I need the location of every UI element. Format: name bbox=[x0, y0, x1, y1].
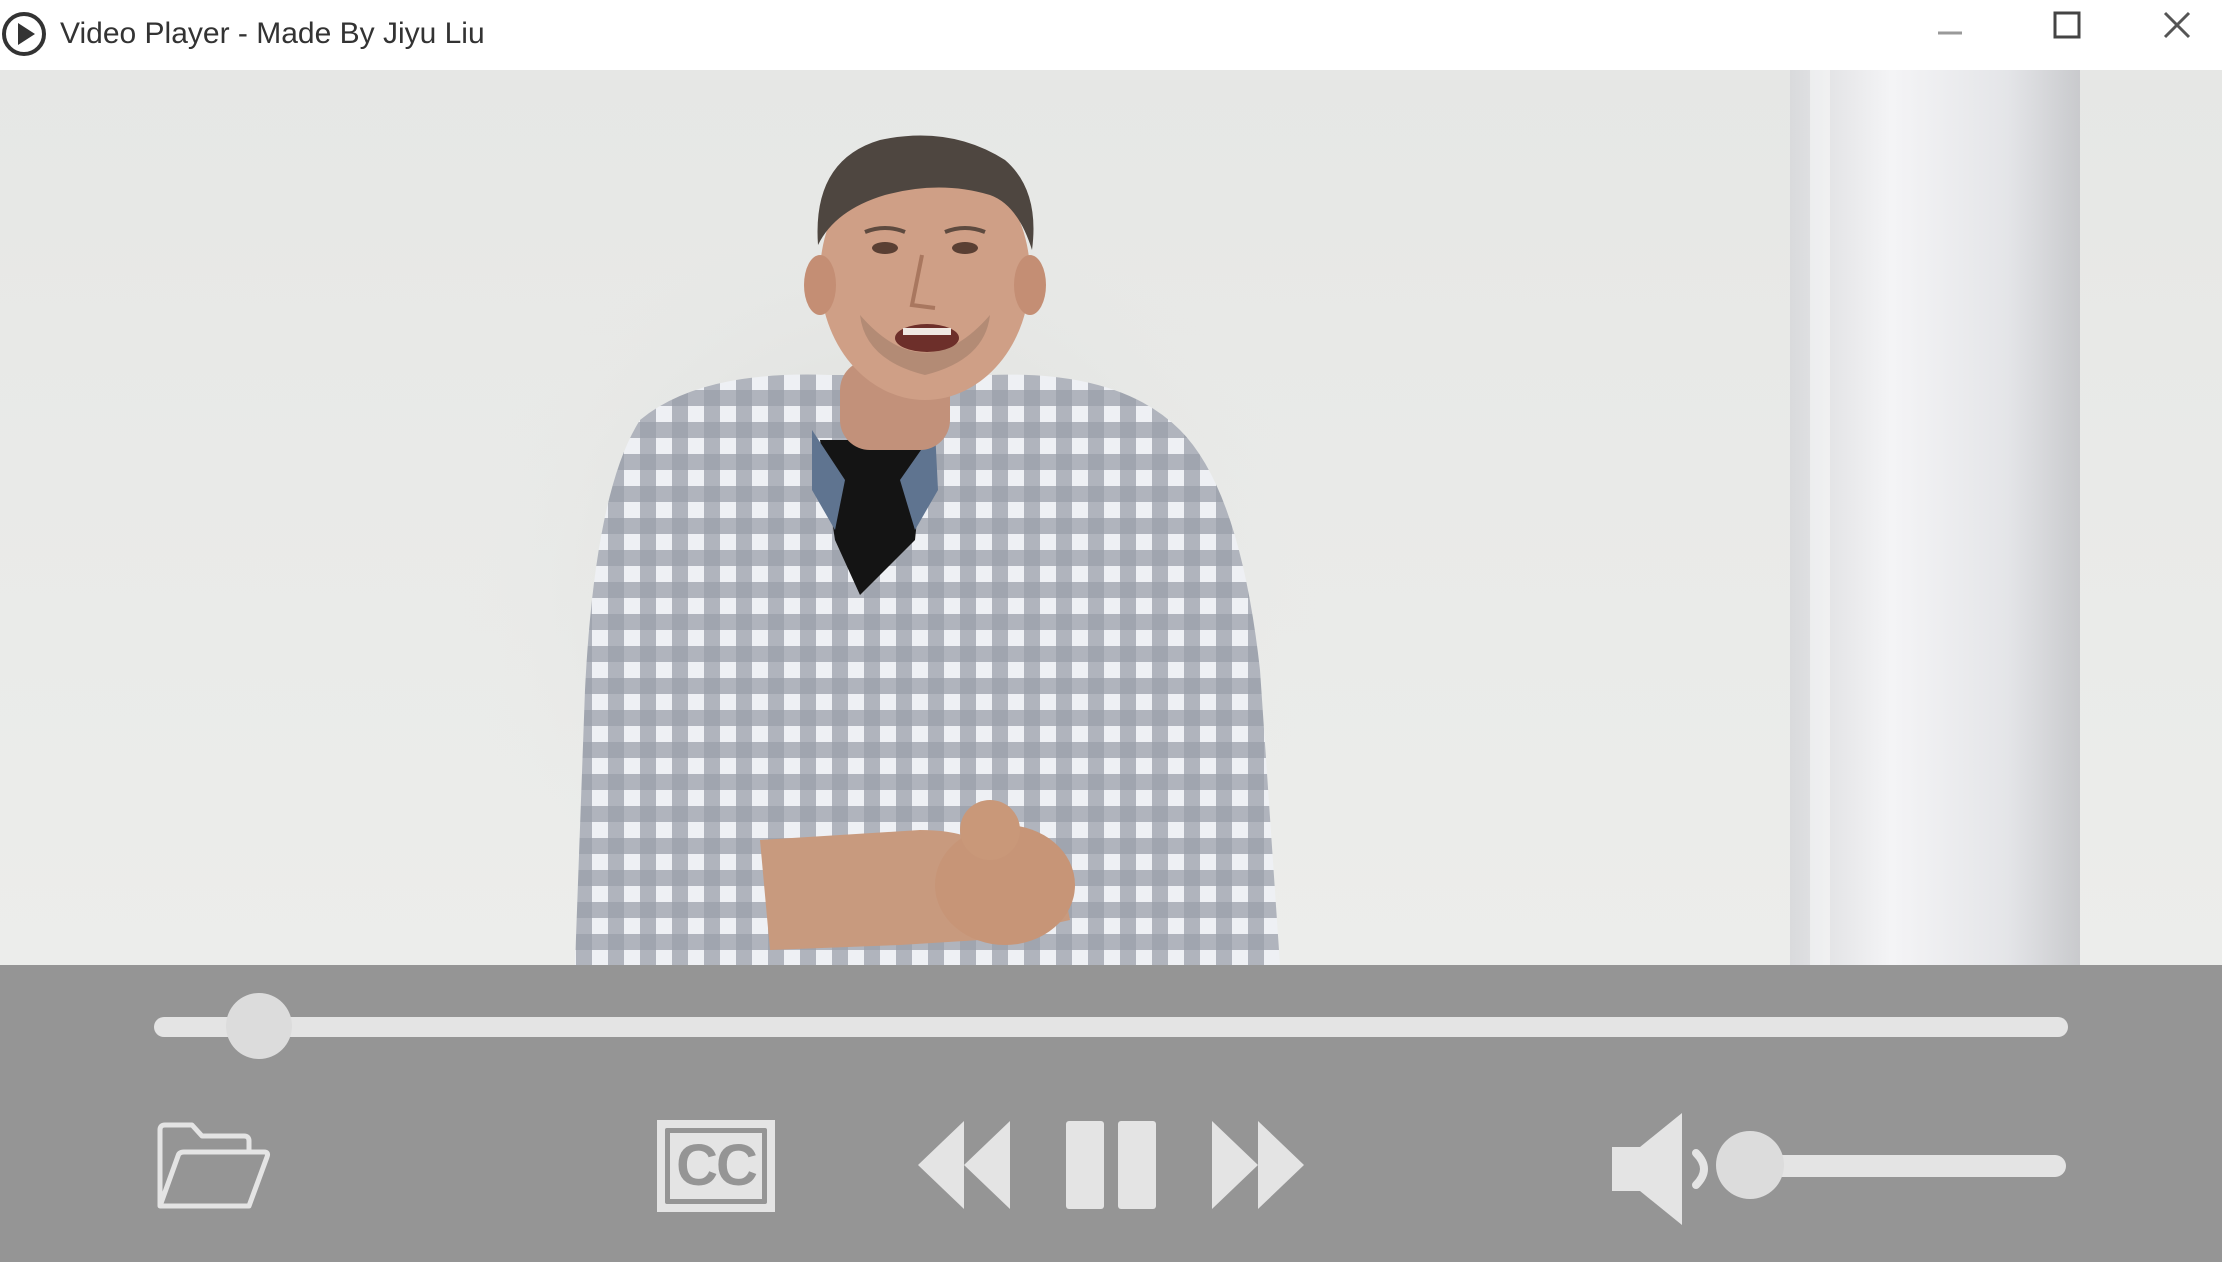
open-file-button[interactable] bbox=[154, 1120, 272, 1212]
fast-forward-icon bbox=[1212, 1121, 1304, 1209]
seek-bar-track[interactable] bbox=[154, 1017, 2068, 1037]
pause-button[interactable] bbox=[1066, 1121, 1156, 1209]
video-area[interactable] bbox=[0, 70, 2222, 965]
maximize-button[interactable] bbox=[2012, 0, 2122, 50]
close-icon bbox=[2163, 11, 2191, 39]
folder-open-icon bbox=[157, 1122, 271, 1209]
minimize-button[interactable] bbox=[1895, 0, 2005, 50]
minimize-icon bbox=[1938, 31, 1962, 35]
window-title: Video Player - Made By Jiyu Liu bbox=[60, 17, 485, 50]
video-frame bbox=[460, 70, 2080, 965]
rewind-icon bbox=[918, 1121, 1010, 1209]
play-circle-icon bbox=[2, 12, 46, 56]
volume-slider-thumb[interactable] bbox=[1715, 1131, 1784, 1199]
seek-bar-thumb[interactable] bbox=[226, 993, 293, 1059]
maximize-icon bbox=[2053, 11, 2081, 39]
title-bar: Video Player - Made By Jiyu Liu bbox=[0, 0, 2222, 70]
close-button[interactable] bbox=[2132, 0, 2222, 50]
rewind-button[interactable] bbox=[918, 1121, 1010, 1209]
volume-slider-track[interactable] bbox=[1740, 1155, 2066, 1177]
captions-label: CC bbox=[676, 1133, 758, 1198]
fast-forward-button[interactable] bbox=[1212, 1121, 1304, 1209]
video-player-window: Video Player - Made By Jiyu Liu CC bbox=[0, 0, 2222, 1262]
volume-button[interactable] bbox=[1612, 1113, 1718, 1225]
pause-icon bbox=[1066, 1121, 1156, 1209]
control-bar bbox=[0, 965, 2222, 1262]
speaker-icon bbox=[1612, 1113, 1708, 1225]
captions-button[interactable]: CC bbox=[657, 1120, 775, 1212]
